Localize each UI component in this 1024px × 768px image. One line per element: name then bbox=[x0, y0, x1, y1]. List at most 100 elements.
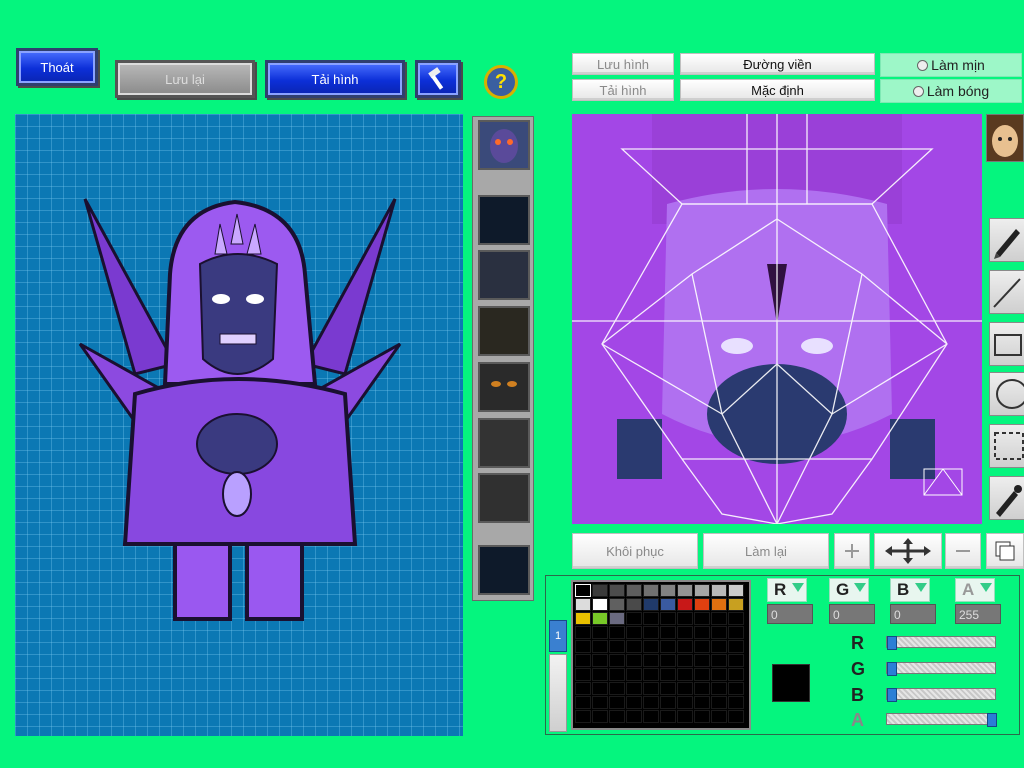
palette-swatch[interactable] bbox=[694, 654, 710, 667]
palette-swatch[interactable] bbox=[609, 654, 625, 667]
palette-swatch[interactable] bbox=[677, 710, 693, 723]
green-slider-knob[interactable] bbox=[887, 662, 897, 676]
palette-swatch[interactable] bbox=[643, 696, 659, 709]
red-value-field[interactable]: 0 bbox=[767, 604, 813, 624]
part-thumbnail-mouth[interactable] bbox=[478, 473, 530, 523]
part-thumbnail-empty[interactable] bbox=[478, 195, 530, 245]
palette-swatch[interactable] bbox=[592, 612, 608, 625]
blue-slider[interactable] bbox=[886, 688, 996, 702]
smooth-radio[interactable] bbox=[917, 59, 929, 71]
help-icon[interactable]: ? bbox=[484, 65, 518, 99]
green-slider[interactable] bbox=[886, 662, 996, 676]
palette-swatch[interactable] bbox=[677, 682, 693, 695]
part-thumbnail-face[interactable] bbox=[478, 120, 530, 170]
palette-tab-2[interactable] bbox=[549, 654, 567, 732]
palette-swatch[interactable] bbox=[609, 710, 625, 723]
palette-swatch[interactable] bbox=[694, 668, 710, 681]
palette-swatch[interactable] bbox=[643, 710, 659, 723]
palette-swatch[interactable] bbox=[643, 668, 659, 681]
eyedropper-tool[interactable] bbox=[989, 476, 1024, 520]
palette-swatch[interactable] bbox=[677, 640, 693, 653]
palette-swatch[interactable] bbox=[626, 612, 642, 625]
palette-swatch[interactable] bbox=[575, 584, 591, 597]
palette-swatch[interactable] bbox=[694, 584, 710, 597]
palette-swatch[interactable] bbox=[592, 668, 608, 681]
part-thumbnail-eyes[interactable] bbox=[478, 362, 530, 412]
palette-swatch[interactable] bbox=[711, 696, 727, 709]
palette-swatch[interactable] bbox=[728, 640, 744, 653]
palette-swatch[interactable] bbox=[660, 682, 676, 695]
palette-swatch[interactable] bbox=[643, 626, 659, 639]
palette-swatch[interactable] bbox=[592, 654, 608, 667]
palette-swatch[interactable] bbox=[575, 710, 591, 723]
palette-swatch[interactable] bbox=[711, 584, 727, 597]
alpha-slider[interactable] bbox=[886, 713, 997, 727]
palette-swatch[interactable] bbox=[626, 640, 642, 653]
green-value-field[interactable]: 0 bbox=[829, 604, 875, 624]
palette-swatch[interactable] bbox=[626, 668, 642, 681]
palette-grid[interactable] bbox=[571, 580, 751, 730]
palette-swatch[interactable] bbox=[677, 584, 693, 597]
reload-image-button[interactable]: Tải hình bbox=[572, 79, 674, 101]
palette-swatch[interactable] bbox=[728, 584, 744, 597]
rectangle-tool[interactable] bbox=[989, 322, 1024, 366]
copy-button[interactable] bbox=[986, 533, 1024, 569]
palette-swatch[interactable] bbox=[626, 598, 642, 611]
palette-swatch[interactable] bbox=[694, 640, 710, 653]
palette-swatch[interactable] bbox=[728, 598, 744, 611]
palette-swatch[interactable] bbox=[728, 612, 744, 625]
palette-swatch[interactable] bbox=[711, 682, 727, 695]
palette-tab-1[interactable]: 1 bbox=[549, 620, 567, 652]
part-thumbnail-armor[interactable] bbox=[478, 306, 530, 356]
palette-swatch[interactable] bbox=[677, 668, 693, 681]
save-image-button[interactable]: Lưu hình bbox=[572, 53, 674, 75]
default-button[interactable]: Mặc định bbox=[680, 79, 875, 101]
palette-swatch[interactable] bbox=[711, 640, 727, 653]
palette-swatch[interactable] bbox=[592, 682, 608, 695]
palette-swatch[interactable] bbox=[609, 640, 625, 653]
palette-swatch[interactable] bbox=[660, 710, 676, 723]
part-thumbnail-beast[interactable] bbox=[478, 250, 530, 300]
palette-swatch[interactable] bbox=[643, 612, 659, 625]
palette-swatch[interactable] bbox=[592, 640, 608, 653]
character-preview[interactable] bbox=[15, 114, 463, 736]
palette-swatch[interactable] bbox=[660, 584, 676, 597]
hammer-button[interactable] bbox=[415, 60, 461, 98]
palette-swatch[interactable] bbox=[660, 598, 676, 611]
palette-swatch[interactable] bbox=[660, 654, 676, 667]
blue-value-field[interactable]: 0 bbox=[890, 604, 936, 624]
palette-swatch[interactable] bbox=[575, 668, 591, 681]
palette-swatch[interactable] bbox=[711, 668, 727, 681]
pencil-tool[interactable] bbox=[989, 218, 1024, 262]
outline-button[interactable]: Đường viền bbox=[680, 53, 875, 75]
ellipse-tool[interactable] bbox=[989, 372, 1024, 416]
palette-swatch[interactable] bbox=[694, 598, 710, 611]
palette-swatch[interactable] bbox=[626, 710, 642, 723]
shade-radio[interactable] bbox=[912, 85, 924, 97]
palette-swatch[interactable] bbox=[609, 668, 625, 681]
palette-swatch[interactable] bbox=[592, 696, 608, 709]
palette-swatch[interactable] bbox=[575, 598, 591, 611]
face-avatar[interactable] bbox=[986, 114, 1024, 162]
palette-swatch[interactable] bbox=[660, 696, 676, 709]
palette-swatch[interactable] bbox=[728, 682, 744, 695]
palette-swatch[interactable] bbox=[575, 682, 591, 695]
palette-swatch[interactable] bbox=[626, 584, 642, 597]
palette-swatch[interactable] bbox=[677, 612, 693, 625]
zoom-in-button[interactable] bbox=[834, 533, 870, 569]
palette-swatch[interactable] bbox=[660, 626, 676, 639]
palette-swatch[interactable] bbox=[626, 626, 642, 639]
alpha-slider-knob[interactable] bbox=[987, 713, 997, 727]
palette-swatch[interactable] bbox=[677, 598, 693, 611]
green-channel-header[interactable]: G bbox=[829, 578, 869, 602]
blue-slider-knob[interactable] bbox=[887, 688, 897, 702]
palette-swatch[interactable] bbox=[575, 654, 591, 667]
palette-swatch[interactable] bbox=[575, 640, 591, 653]
reload-button[interactable]: Tải hình bbox=[265, 60, 405, 98]
restore-button[interactable]: Khôi phục bbox=[572, 533, 698, 569]
red-slider[interactable] bbox=[886, 636, 996, 650]
palette-swatch[interactable] bbox=[592, 626, 608, 639]
palette-swatch[interactable] bbox=[660, 640, 676, 653]
palette-swatch[interactable] bbox=[677, 626, 693, 639]
palette-swatch[interactable] bbox=[575, 612, 591, 625]
